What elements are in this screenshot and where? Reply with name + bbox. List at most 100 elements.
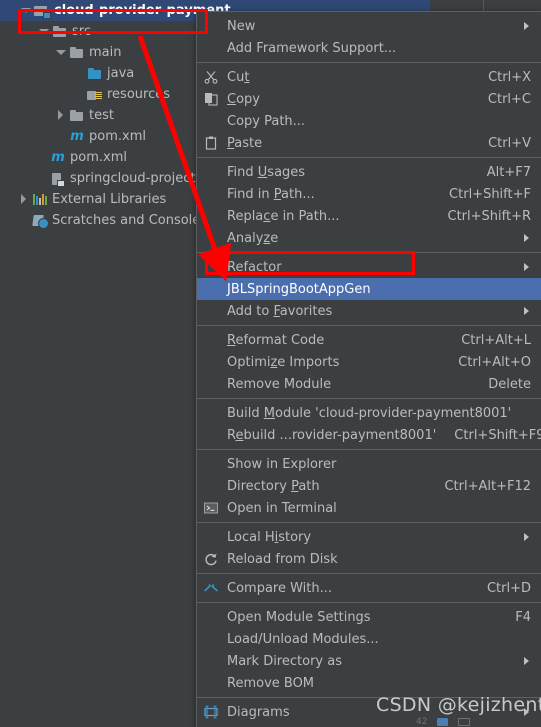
menu-icon-placeholder: [203, 405, 221, 421]
menu-icon-placeholder: [203, 332, 221, 348]
menu-item-label: Open in Terminal: [227, 500, 337, 516]
tree-item-label: main: [89, 45, 122, 60]
menu-item[interactable]: Add Framework Support...: [197, 37, 541, 59]
menu-separator: [197, 252, 541, 253]
tree-item-label: resources: [107, 87, 171, 102]
menu-item[interactable]: Paste Ctrl+V: [197, 132, 541, 154]
menu-item-label: Cut: [227, 69, 250, 85]
menu-item-label: New: [227, 18, 256, 34]
menu-item-label: Compare With...: [227, 580, 333, 596]
chevron-down-icon[interactable]: [55, 47, 66, 58]
iml-icon: [50, 171, 66, 187]
menu-item-label: Show in Explorer: [227, 456, 337, 472]
folder-blue-icon: [87, 66, 103, 82]
menu-item-shortcut: Ctrl+X: [488, 69, 531, 85]
chevron-down-icon[interactable]: [20, 5, 31, 16]
menu-item-shortcut: Ctrl+Alt+L: [461, 332, 531, 348]
menu-item[interactable]: Directory Path Ctrl+Alt+F12: [197, 475, 541, 497]
menu-item[interactable]: Mark Directory as: [197, 650, 541, 672]
menu-item[interactable]: Remove BOM: [197, 672, 541, 694]
tree-item-label: java: [107, 66, 135, 81]
module-icon: [34, 3, 51, 19]
menu-item[interactable]: Open Module Settings F4: [197, 606, 541, 628]
menu-icon-placeholder: [203, 376, 221, 392]
folder-gray-icon: [69, 45, 85, 61]
menu-icon-placeholder: [203, 631, 221, 647]
menu-item-label: Remove BOM: [227, 675, 315, 691]
menu-item-label: Local History: [227, 529, 312, 545]
menu-icon-placeholder: [203, 230, 221, 246]
copy-icon: [203, 91, 221, 107]
menu-item[interactable]: Optimize Imports Ctrl+Alt+O: [197, 351, 541, 373]
folder-gray-icon: [52, 24, 68, 40]
menu-item-shortcut: Ctrl+Shift+F: [449, 186, 531, 202]
menu-separator: [197, 62, 541, 63]
menu-item[interactable]: Remove Module Delete: [197, 373, 541, 395]
tree-item-label: pom.xml: [89, 129, 146, 144]
menu-item[interactable]: Open in Terminal: [197, 497, 541, 519]
submenu-arrow-icon: [523, 307, 531, 315]
screenshot-root: cloud-provider-payment src main java resourc…: [0, 0, 541, 727]
menu-item[interactable]: Local History: [197, 526, 541, 548]
menu-icon-placeholder: [203, 653, 221, 669]
diagram-icon: [203, 704, 221, 720]
menu-item[interactable]: Copy Path...: [197, 110, 541, 132]
menu-item-shortcut: Ctrl+Alt+O: [458, 354, 531, 370]
menu-separator: [197, 522, 541, 523]
tree-item-label: test: [89, 108, 114, 123]
minimize-icon[interactable]: [458, 717, 471, 726]
menu-item-shortcut: Ctrl+D: [486, 580, 531, 596]
menu-item-label: Replace in Path...: [227, 208, 340, 224]
maven-icon: m: [70, 128, 84, 144]
submenu-arrow-icon: [523, 533, 531, 541]
menu-icon-placeholder: [203, 354, 221, 370]
menu-item-label: Reload from Disk: [227, 551, 338, 567]
folder-gray-icon: [69, 108, 85, 124]
menu-item-shortcut: Ctrl+Shift+R: [447, 208, 532, 224]
menu-separator: [197, 449, 541, 450]
menu-item-label: Mark Directory as: [227, 653, 342, 669]
menu-item[interactable]: Copy Ctrl+C: [197, 88, 541, 110]
menu-icon-placeholder: [203, 456, 221, 472]
chevron-down-icon[interactable]: [38, 26, 49, 37]
menu-item[interactable]: Cut Ctrl+X: [197, 66, 541, 88]
menu-icon-placeholder: [203, 186, 221, 202]
submenu-arrow-icon: [523, 234, 531, 242]
menu-item-label: Open Module Settings: [227, 609, 371, 625]
menu-item-shortcut: Alt+F7: [486, 164, 531, 180]
context-menu[interactable]: New Add Framework Support... Cut Ctrl+X Copy…: [196, 11, 541, 727]
menu-icon-placeholder: [203, 208, 221, 224]
menu-item[interactable]: Add to Favorites: [197, 300, 541, 322]
chevron-right-icon[interactable]: [18, 194, 29, 205]
menu-icon-placeholder: [203, 281, 221, 297]
reload-icon: [203, 551, 221, 567]
menu-icon-placeholder: [203, 40, 221, 56]
menu-item[interactable]: Replace in Path... Ctrl+Shift+R: [197, 205, 541, 227]
menu-item[interactable]: Build Module 'cloud-provider-payment8001…: [197, 402, 541, 424]
menu-item-shortcut: F4: [515, 609, 531, 625]
menu-item[interactable]: Refactor: [197, 256, 541, 278]
menu-item[interactable]: Load/Unload Modules...: [197, 628, 541, 650]
library-icon: [32, 192, 48, 208]
menu-item[interactable]: JBLSpringBootAppGen: [197, 278, 541, 300]
menu-icon-placeholder: [203, 18, 221, 34]
menu-icon-placeholder: [203, 164, 221, 180]
chevron-right-icon[interactable]: [55, 110, 66, 121]
menu-item[interactable]: Find Usages Alt+F7: [197, 161, 541, 183]
camera-icon[interactable]: [437, 717, 449, 726]
menu-item-label: Remove Module: [227, 376, 332, 392]
menu-item[interactable]: Rebuild ...rovider-payment8001' Ctrl+Shif…: [197, 424, 541, 446]
menu-item[interactable]: Compare With... Ctrl+D: [197, 577, 541, 599]
menu-item[interactable]: New: [197, 15, 541, 37]
paste-icon: [203, 135, 221, 151]
menu-item[interactable]: Find in Path... Ctrl+Shift+F: [197, 183, 541, 205]
menu-item[interactable]: Analyze: [197, 227, 541, 249]
menu-item[interactable]: Reformat Code Ctrl+Alt+L: [197, 329, 541, 351]
submenu-arrow-icon: [523, 263, 531, 271]
menu-item[interactable]: Show in Explorer: [197, 453, 541, 475]
menu-item[interactable]: Reload from Disk: [197, 548, 541, 570]
